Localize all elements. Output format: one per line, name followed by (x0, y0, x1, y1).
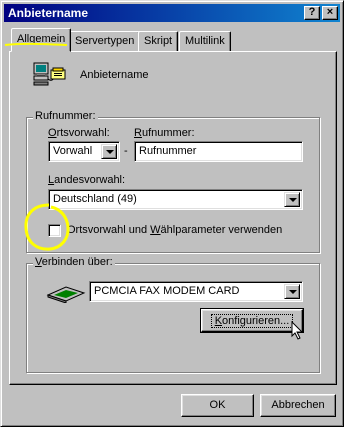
close-button[interactable]: × (322, 6, 338, 20)
modem-select[interactable]: PCMCIA FAX MODEM CARD (89, 281, 303, 302)
mouse-cursor-icon (291, 321, 304, 340)
phone-number-value: Rufnummer (139, 145, 197, 157)
tab-label: Skript (144, 35, 173, 47)
area-code-label: Ortsvorwahl: (48, 127, 110, 139)
window-title: Anbietername (8, 6, 89, 20)
configure-label: Konfigurieren... (210, 314, 294, 328)
phone-number-label: Rufnummer: (134, 127, 195, 139)
tab-label: Servertypen (75, 35, 135, 47)
country-code-value: Deutschland (49) (53, 193, 137, 205)
tab-skript[interactable]: Skript (138, 31, 179, 51)
chevron-down-icon[interactable] (284, 284, 300, 299)
tab-panel-allgemein: Anbietername Rufnummer: Ortsvorwahl: Vor… (9, 51, 337, 385)
modem-card-icon (46, 286, 86, 303)
cancel-label: Abbrechen (271, 399, 325, 411)
connect-group-label: Verbinden über: (33, 256, 115, 268)
phone-number-input[interactable]: Rufnummer (134, 141, 303, 162)
help-button[interactable]: ? (304, 6, 320, 20)
chevron-down-icon[interactable] (101, 144, 117, 159)
country-code-select[interactable]: Deutschland (49) (48, 189, 303, 210)
configure-button[interactable]: Konfigurieren... (200, 308, 304, 333)
cancel-button[interactable]: Abbrechen (260, 394, 336, 417)
chevron-down-icon[interactable] (284, 192, 300, 207)
tab-servertypen[interactable]: Servertypen (69, 31, 141, 51)
dial-up-connection-icon (33, 62, 66, 86)
ok-label: OK (209, 399, 226, 411)
use-area-code-label[interactable]: Ortsvorwahl und Wählparameter verwenden (67, 224, 282, 236)
properties-dialog: Anbietername ? × Allgemein Servertypen S… (0, 0, 344, 427)
connection-name: Anbietername (80, 69, 149, 81)
tab-allgemein[interactable]: Allgemein (11, 28, 72, 52)
tab-label: Multilink (185, 35, 225, 47)
use-area-code-checkbox[interactable] (48, 224, 61, 237)
phone-group-label: Rufnummer: (33, 110, 98, 122)
modem-value: PCMCIA FAX MODEM CARD (94, 285, 240, 297)
separator-dash: - (124, 145, 128, 157)
tab-multilink[interactable]: Multilink (179, 31, 231, 51)
country-code-label: Landesvorwahl: (48, 174, 126, 186)
ok-button[interactable]: OK (181, 394, 254, 417)
area-code-select[interactable]: Vorwahl (48, 141, 120, 162)
title-bar[interactable]: Anbietername ? × (4, 4, 340, 22)
area-code-value: Vorwahl (53, 145, 93, 157)
tab-label: Allgemein (17, 33, 66, 45)
